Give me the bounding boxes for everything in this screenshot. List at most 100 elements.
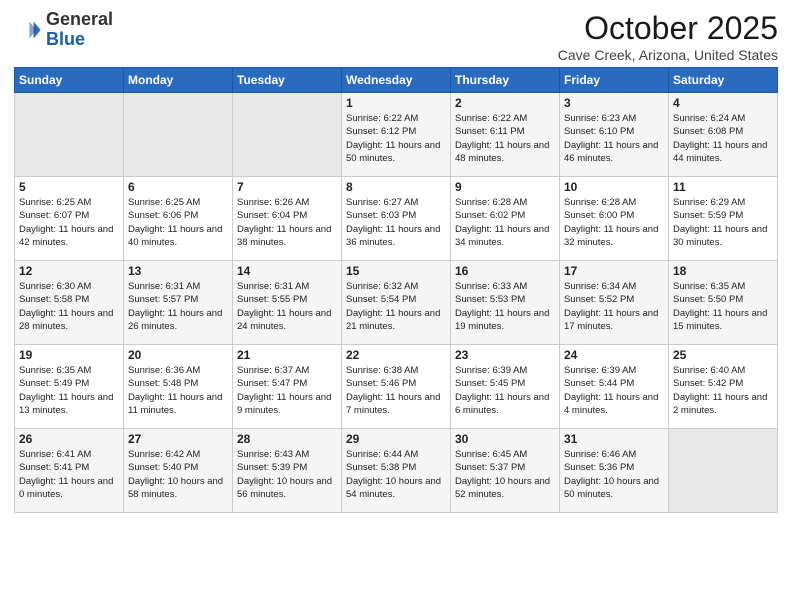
- main-container: General Blue October 2025 Cave Creek, Ar…: [0, 0, 792, 523]
- day-info: Sunrise: 6:39 AMSunset: 5:44 PMDaylight:…: [564, 364, 664, 417]
- title-block: October 2025 Cave Creek, Arizona, United…: [558, 10, 778, 63]
- day-info: Sunrise: 6:40 AMSunset: 5:42 PMDaylight:…: [673, 364, 773, 417]
- day-number: 15: [346, 264, 446, 278]
- header: General Blue October 2025 Cave Creek, Ar…: [14, 10, 778, 63]
- location: Cave Creek, Arizona, United States: [558, 47, 778, 63]
- calendar-cell: 11 Sunrise: 6:29 AMSunset: 5:59 PMDayligh…: [669, 177, 778, 261]
- day-info: Sunrise: 6:39 AMSunset: 5:45 PMDaylight:…: [455, 364, 555, 417]
- calendar-cell: 19 Sunrise: 6:35 AMSunset: 5:49 PMDayligh…: [15, 345, 124, 429]
- day-info: Sunrise: 6:23 AMSunset: 6:10 PMDaylight:…: [564, 112, 664, 165]
- header-saturday: Saturday: [669, 68, 778, 93]
- logo-icon: [14, 16, 42, 44]
- day-info: Sunrise: 6:31 AMSunset: 5:57 PMDaylight:…: [128, 280, 228, 333]
- calendar-header: SundayMondayTuesdayWednesdayThursdayFrid…: [15, 68, 778, 93]
- day-number: 22: [346, 348, 446, 362]
- day-number: 3: [564, 96, 664, 110]
- calendar-cell: 24 Sunrise: 6:39 AMSunset: 5:44 PMDayligh…: [560, 345, 669, 429]
- calendar-cell: 15Sunrise: 6:32 AMSunset: 5:54 PMDayligh…: [342, 261, 451, 345]
- calendar-cell: 31Sunrise: 6:46 AMSunset: 5:36 PMDayligh…: [560, 429, 669, 513]
- day-info: Sunrise: 6:38 AMSunset: 5:46 PMDaylight:…: [346, 364, 446, 417]
- day-number: 16: [455, 264, 555, 278]
- day-info: Sunrise: 6:34 AMSunset: 5:52 PMDaylight:…: [564, 280, 664, 333]
- logo: General Blue: [14, 10, 113, 50]
- day-number: 11: [673, 180, 773, 194]
- day-info: Sunrise: 6:43 AMSunset: 5:39 PMDaylight:…: [237, 448, 337, 501]
- logo-text: General Blue: [46, 10, 113, 50]
- day-number: 14: [237, 264, 337, 278]
- day-number: 10: [564, 180, 664, 194]
- day-info: Sunrise: 6:36 AMSunset: 5:48 PMDaylight:…: [128, 364, 228, 417]
- calendar-cell: 5Sunrise: 6:25 AMSunset: 6:07 PMDaylight…: [15, 177, 124, 261]
- calendar-cell: 22 Sunrise: 6:38 AMSunset: 5:46 PMDayligh…: [342, 345, 451, 429]
- week-row-5: 26 Sunrise: 6:41 AMSunset: 5:41 PMDayligh…: [15, 429, 778, 513]
- day-info: Sunrise: 6:28 AMSunset: 6:00 PMDaylight:…: [564, 196, 664, 249]
- day-info: Sunrise: 6:22 AMSunset: 6:11 PMDaylight:…: [455, 112, 555, 165]
- calendar-cell: 1 Sunrise: 6:22 AMSunset: 6:12 PMDaylight…: [342, 93, 451, 177]
- week-row-1: 1 Sunrise: 6:22 AMSunset: 6:12 PMDaylight…: [15, 93, 778, 177]
- calendar-cell: 18Sunrise: 6:35 AMSunset: 5:50 PMDayligh…: [669, 261, 778, 345]
- day-info: Sunrise: 6:24 AMSunset: 6:08 PMDaylight:…: [673, 112, 773, 165]
- day-number: 24: [564, 348, 664, 362]
- calendar-cell: 13 Sunrise: 6:31 AMSunset: 5:57 PMDayligh…: [124, 261, 233, 345]
- week-row-3: 12 Sunrise: 6:30 AMSunset: 5:58 PMDayligh…: [15, 261, 778, 345]
- day-number: 8: [346, 180, 446, 194]
- calendar-cell: 29Sunrise: 6:44 AMSunset: 5:38 PMDayligh…: [342, 429, 451, 513]
- day-info: Sunrise: 6:29 AMSunset: 5:59 PMDaylight:…: [673, 196, 773, 249]
- calendar-cell: 10 Sunrise: 6:28 AMSunset: 6:00 PMDayligh…: [560, 177, 669, 261]
- day-number: 28: [237, 432, 337, 446]
- calendar-cell: 20 Sunrise: 6:36 AMSunset: 5:48 PMDayligh…: [124, 345, 233, 429]
- calendar-cell: 12 Sunrise: 6:30 AMSunset: 5:58 PMDayligh…: [15, 261, 124, 345]
- day-number: 20: [128, 348, 228, 362]
- day-info: Sunrise: 6:28 AMSunset: 6:02 PMDaylight:…: [455, 196, 555, 249]
- day-info: Sunrise: 6:35 AMSunset: 5:49 PMDaylight:…: [19, 364, 119, 417]
- calendar-body: 1 Sunrise: 6:22 AMSunset: 6:12 PMDaylight…: [15, 93, 778, 513]
- calendar-cell: 25 Sunrise: 6:40 AMSunset: 5:42 PMDayligh…: [669, 345, 778, 429]
- week-row-4: 19 Sunrise: 6:35 AMSunset: 5:49 PMDayligh…: [15, 345, 778, 429]
- day-number: 26: [19, 432, 119, 446]
- calendar-cell: 9Sunrise: 6:28 AMSunset: 6:02 PMDaylight…: [451, 177, 560, 261]
- calendar-table: SundayMondayTuesdayWednesdayThursdayFrid…: [14, 67, 778, 513]
- calendar-cell: 26 Sunrise: 6:41 AMSunset: 5:41 PMDayligh…: [15, 429, 124, 513]
- header-sunday: Sunday: [15, 68, 124, 93]
- logo-general: General: [46, 9, 113, 29]
- day-info: Sunrise: 6:31 AMSunset: 5:55 PMDaylight:…: [237, 280, 337, 333]
- day-number: 7: [237, 180, 337, 194]
- calendar-cell: 2 Sunrise: 6:22 AMSunset: 6:11 PMDaylight…: [451, 93, 560, 177]
- day-info: Sunrise: 6:25 AMSunset: 6:06 PMDaylight:…: [128, 196, 228, 249]
- header-monday: Monday: [124, 68, 233, 93]
- day-number: 27: [128, 432, 228, 446]
- calendar-cell: 8 Sunrise: 6:27 AMSunset: 6:03 PMDaylight…: [342, 177, 451, 261]
- day-number: 19: [19, 348, 119, 362]
- day-number: 25: [673, 348, 773, 362]
- day-info: Sunrise: 6:27 AMSunset: 6:03 PMDaylight:…: [346, 196, 446, 249]
- calendar-cell: [15, 93, 124, 177]
- calendar-cell: 4Sunrise: 6:24 AMSunset: 6:08 PMDaylight…: [669, 93, 778, 177]
- calendar-cell: 23 Sunrise: 6:39 AMSunset: 5:45 PMDayligh…: [451, 345, 560, 429]
- calendar-cell: 6Sunrise: 6:25 AMSunset: 6:06 PMDaylight…: [124, 177, 233, 261]
- day-number: 13: [128, 264, 228, 278]
- calendar-cell: 21Sunrise: 6:37 AMSunset: 5:47 PMDayligh…: [233, 345, 342, 429]
- calendar-cell: 17Sunrise: 6:34 AMSunset: 5:52 PMDayligh…: [560, 261, 669, 345]
- logo-blue: Blue: [46, 29, 85, 49]
- header-friday: Friday: [560, 68, 669, 93]
- day-number: 12: [19, 264, 119, 278]
- calendar-cell: 3 Sunrise: 6:23 AMSunset: 6:10 PMDaylight…: [560, 93, 669, 177]
- header-tuesday: Tuesday: [233, 68, 342, 93]
- week-row-2: 5Sunrise: 6:25 AMSunset: 6:07 PMDaylight…: [15, 177, 778, 261]
- calendar-cell: 27Sunrise: 6:42 AMSunset: 5:40 PMDayligh…: [124, 429, 233, 513]
- day-info: Sunrise: 6:37 AMSunset: 5:47 PMDaylight:…: [237, 364, 337, 417]
- day-info: Sunrise: 6:22 AMSunset: 6:12 PMDaylight:…: [346, 112, 446, 165]
- day-number: 1: [346, 96, 446, 110]
- day-number: 5: [19, 180, 119, 194]
- day-number: 30: [455, 432, 555, 446]
- calendar-cell: [124, 93, 233, 177]
- day-info: Sunrise: 6:26 AMSunset: 6:04 PMDaylight:…: [237, 196, 337, 249]
- calendar-cell: [233, 93, 342, 177]
- day-number: 23: [455, 348, 555, 362]
- day-info: Sunrise: 6:30 AMSunset: 5:58 PMDaylight:…: [19, 280, 119, 333]
- header-thursday: Thursday: [451, 68, 560, 93]
- day-number: 2: [455, 96, 555, 110]
- day-info: Sunrise: 6:41 AMSunset: 5:41 PMDaylight:…: [19, 448, 119, 501]
- day-number: 31: [564, 432, 664, 446]
- day-info: Sunrise: 6:45 AMSunset: 5:37 PMDaylight:…: [455, 448, 555, 501]
